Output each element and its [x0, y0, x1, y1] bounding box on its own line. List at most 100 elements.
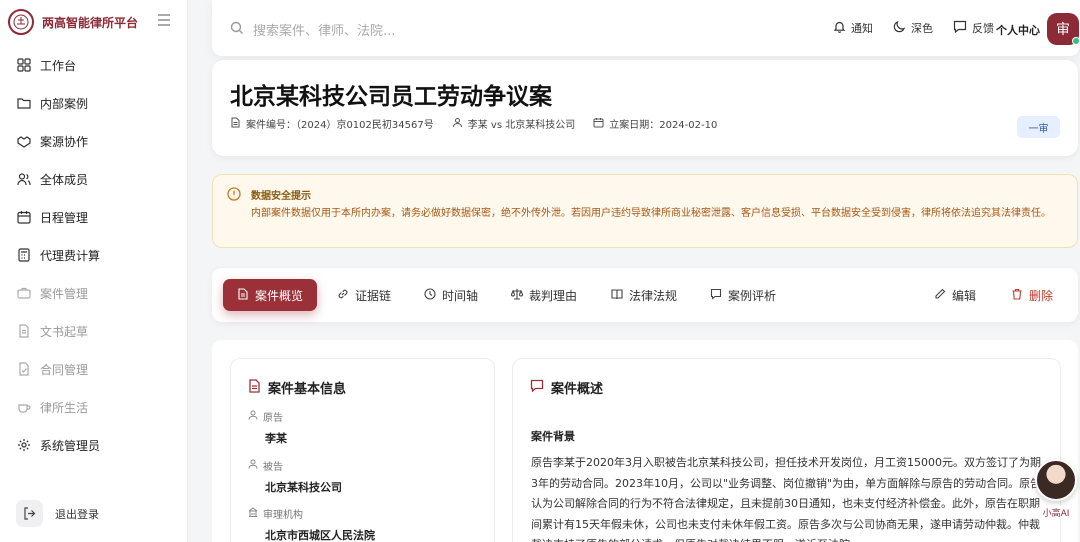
sidebar-item-internal-cases[interactable]: 内部案例 [0, 84, 187, 122]
tab-label: 法律法规 [629, 288, 678, 303]
menu-toggle-icon[interactable] [157, 14, 171, 30]
message-icon [530, 379, 544, 396]
feedback-label: 反馈 [972, 22, 994, 35]
page-title: 北京某科技公司员工劳动争议案 [230, 84, 552, 110]
plaintiff-label: 原告 [248, 409, 287, 424]
court-label-text: 审理机构 [263, 510, 303, 521]
contract-icon [17, 362, 31, 376]
case-number: 案件编号：（2024）京0102民初34567号 [230, 116, 434, 131]
case-tabs: 案件概览 证据链 时间轴 裁判理由 法律法规 案例评析 编辑 删除 [212, 268, 1078, 322]
sidebar-item-label: 工作台 [40, 58, 77, 73]
sidebar-item-admin[interactable]: 系统管理员 [0, 426, 187, 464]
message-icon [710, 288, 722, 303]
summary-heading: 案件概述 [530, 378, 603, 397]
notify-button[interactable]: 通知 [833, 20, 873, 36]
user-icon [248, 459, 258, 472]
scale-icon [510, 288, 524, 303]
plaintiff-label-text: 原告 [263, 413, 283, 424]
case-meta: 案件编号：（2024）京0102民初34567号 李某 vs 北京某科技公司 立… [230, 116, 717, 131]
defendant-label: 被告 [248, 458, 342, 473]
court-field: 审理机构 北京市西城区人民法院 [248, 506, 375, 542]
user-icon [452, 117, 463, 131]
dark-mode-button[interactable]: 深色 [893, 20, 933, 36]
dark-mode-label: 深色 [911, 22, 933, 35]
court-label: 审理机构 [248, 506, 375, 521]
stage-badge: 一审 [1017, 116, 1060, 138]
building-icon [248, 507, 258, 520]
brand: 两高智能律所平台 [0, 0, 187, 44]
sidebar-item-fee-calculator[interactable]: 代理费计算 [0, 236, 187, 274]
sidebar-item-members[interactable]: 全体成员 [0, 160, 187, 198]
file-icon [230, 117, 241, 131]
tab-review[interactable]: 案例评析 [710, 279, 776, 311]
tab-timeline[interactable]: 时间轴 [424, 279, 478, 311]
users-icon [17, 172, 31, 186]
calendar-icon [593, 117, 604, 131]
defendant-label-text: 被告 [263, 462, 283, 473]
topbar: 搜索案件、律师、法院... 通知 深色 反馈 个人中心 审 [212, 0, 1080, 56]
sidebar-item-workbench[interactable]: 工作台 [0, 46, 187, 84]
ai-assistant-avatar[interactable] [1035, 459, 1077, 501]
personal-center-link[interactable]: 个人中心 [996, 22, 1040, 38]
plaintiff-value: 李某 [265, 432, 287, 445]
logout-button[interactable]: 退出登录 [16, 500, 99, 527]
sidebar: 两高智能律所平台 工作台 内部案例 案源协作 全体成员 日程管理 代理费计算 案… [0, 0, 188, 542]
sidebar-item-label: 全体成员 [40, 172, 89, 187]
dashboard-icon [17, 58, 31, 72]
pencil-icon [934, 288, 946, 303]
summary-title: 案件概述 [551, 382, 604, 397]
sidebar-item-case-collaboration[interactable]: 案源协作 [0, 122, 187, 160]
ai-assistant-label[interactable]: 小高AI [1036, 506, 1076, 519]
handshake-icon [17, 134, 31, 148]
clock-icon [424, 287, 436, 303]
basic-info-title: 案件基本信息 [268, 382, 347, 397]
top-actions: 通知 深色 反馈 [833, 20, 994, 36]
coffee-icon [17, 400, 31, 414]
sidebar-nav: 工作台 内部案例 案源协作 全体成员 日程管理 代理费计算 案件管理 文书起草 [0, 46, 187, 464]
delete-button[interactable]: 删除 [1011, 279, 1053, 311]
sidebar-item-label: 文书起草 [40, 324, 89, 339]
summary-card: 案件概述 案件背景 原告李某于2020年3月入职被告北京某科技公司，担任技术开发… [512, 358, 1061, 542]
file-icon [248, 378, 261, 397]
user-icon [248, 410, 258, 423]
tab-evidence[interactable]: 证据链 [337, 279, 391, 311]
bell-icon [833, 20, 846, 36]
case-filed-date: 立案日期：2024-02-10 [593, 116, 717, 131]
sidebar-item-case-management[interactable]: 案件管理 [0, 274, 187, 312]
plaintiff-field: 原告 李某 [248, 409, 287, 446]
sidebar-item-contracts[interactable]: 合同管理 [0, 350, 187, 388]
book-icon [611, 288, 623, 303]
sidebar-item-firm-life[interactable]: 律所生活 [0, 388, 187, 426]
tab-label: 案件概览 [255, 288, 304, 303]
tab-reasoning[interactable]: 裁判理由 [510, 279, 577, 311]
sidebar-item-schedule[interactable]: 日程管理 [0, 198, 187, 236]
sidebar-item-label: 案件管理 [40, 286, 89, 301]
case-filed-date-text: 立案日期：2024-02-10 [609, 120, 718, 131]
calendar-icon [17, 210, 31, 224]
tab-label: 时间轴 [442, 288, 479, 303]
defendant-field: 被告 北京某科技公司 [248, 458, 342, 495]
edit-label: 编辑 [952, 288, 977, 303]
feedback-button[interactable]: 反馈 [953, 20, 994, 36]
tab-laws[interactable]: 法律法规 [611, 279, 677, 311]
case-parties-text: 李某 vs 北京某科技公司 [467, 120, 576, 131]
defendant-value: 北京某科技公司 [265, 481, 342, 494]
sidebar-item-label: 案源协作 [40, 134, 89, 149]
alert-body: 内部案件数据仅用于本所内办案，请务必做好数据保密，绝不外传外泄。若因用户违约导致… [251, 208, 1051, 219]
briefcase-icon [17, 286, 31, 300]
sidebar-item-label: 内部案例 [40, 96, 89, 111]
moon-icon [893, 20, 906, 36]
warning-icon [227, 187, 241, 204]
folder-icon [17, 96, 31, 110]
background-heading: 案件背景 [531, 430, 575, 443]
message-icon [953, 20, 967, 36]
search-input[interactable]: 搜索案件、律师、法院... [230, 20, 395, 39]
case-number-text: 案件编号：（2024）京0102民初34567号 [246, 120, 434, 131]
edit-button[interactable]: 编辑 [934, 279, 976, 311]
sidebar-item-drafting[interactable]: 文书起草 [0, 312, 187, 350]
tab-label: 证据链 [355, 288, 392, 303]
case-parties: 李某 vs 北京某科技公司 [452, 116, 576, 131]
tab-overview[interactable]: 案件概览 [223, 279, 318, 311]
case-content: 案件基本信息 原告 李某 被告 北京某科技公司 审理机构 北京市西城区人民法院 [212, 340, 1078, 542]
delete-label: 删除 [1029, 288, 1054, 303]
